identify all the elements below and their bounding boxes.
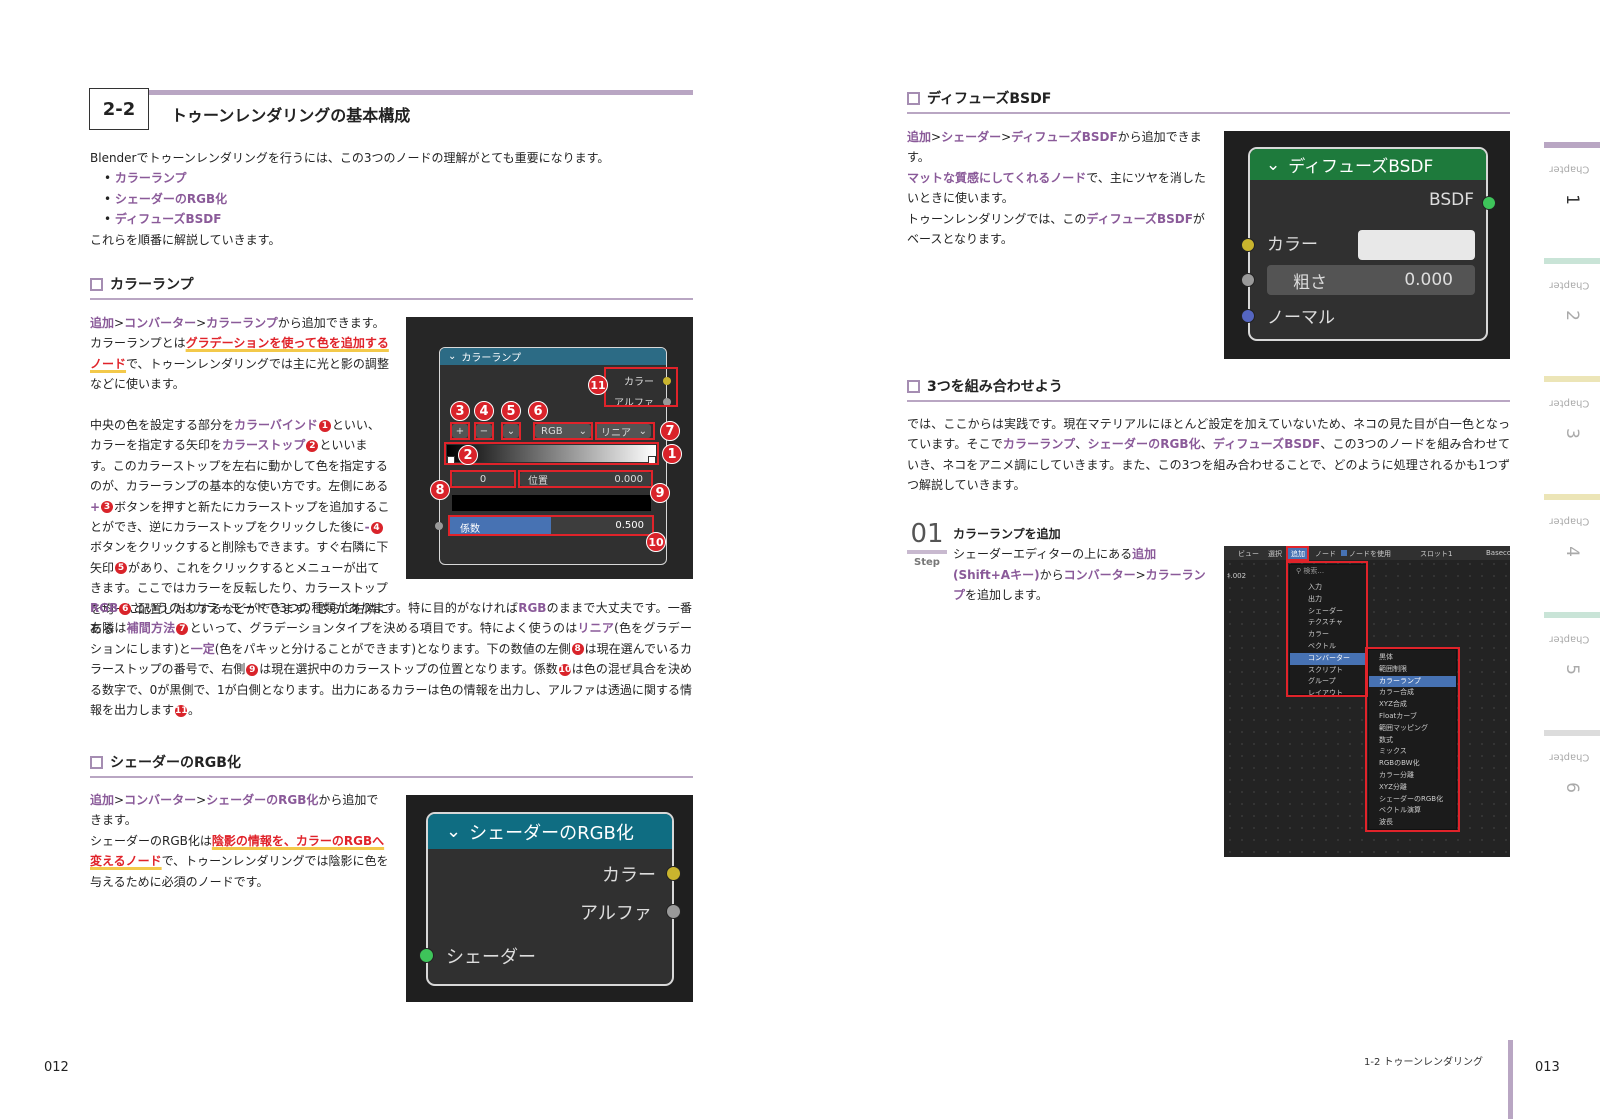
menu-node[interactable]: ノード (1315, 549, 1336, 559)
diffuse-text: 追加>シェーダー>ディフューズBSDFから追加できます。 マットな質感にしてくれ… (907, 130, 1206, 247)
intro-text: Blenderでトゥーンレンダリングを行うには、この3つのノードの理解がとても重… (90, 148, 690, 250)
output-color-label: カラー (602, 865, 656, 886)
step-number: 01 (907, 520, 947, 554)
chevron-down-icon[interactable]: ⌄ (1266, 155, 1280, 175)
use-nodes-checkbox[interactable]: ノードを使用 (1341, 549, 1391, 559)
footer-divider (1508, 1040, 1513, 1119)
square-icon (907, 379, 920, 393)
section-title: トゥーンレンダリングの基本構成 (171, 106, 411, 125)
material-name[interactable]: Baseco (1486, 549, 1510, 557)
section-number-box: 2-2 (89, 88, 149, 130)
section-header: 2-2 トゥーンレンダリングの基本構成 (89, 88, 693, 132)
diffuse-screenshot: ⌄ ディフューズBSDF BSDF カラー 粗さ 0.000 ノーマル (1224, 131, 1510, 359)
bullet-item: • カラーランプ (104, 171, 187, 186)
chapter-tabs: Chapter1 Chapter2 Chapter3 Chapter4 Chap… (1544, 138, 1600, 838)
highlight-add (450, 422, 470, 440)
highlight-add-menu (1286, 546, 1309, 561)
badge-7: 7 (660, 421, 680, 441)
bsdf-socket[interactable] (1482, 196, 1496, 210)
highlight-factor (448, 515, 654, 536)
output-alpha-label: アルファ (580, 903, 652, 924)
roughness-socket[interactable] (1241, 273, 1255, 287)
bullet-item: • ディフューズBSDF (104, 212, 222, 227)
node-header: ⌄ シェーダーのRGB化 (428, 814, 672, 849)
color-swatch[interactable] (1358, 230, 1475, 260)
shader-rgb-text: 追加>コンバーター>シェーダーのRGB化から追加できます。 シェーダーのRGB化… (90, 793, 389, 889)
square-icon (90, 755, 103, 769)
color-ramp-screenshot: ⌄ カラーランプ カラー アルファ + − ⌄ RGB ⌄ リニア ⌄ 0 位置 0.0… (406, 317, 693, 579)
highlight-menu (501, 422, 521, 440)
menu-select[interactable]: 選択 (1268, 549, 1282, 559)
chapter-tab-2[interactable]: Chapter2 (1544, 258, 1600, 322)
chevron-down-icon[interactable]: ⌄ (448, 351, 456, 362)
slot-select[interactable]: スロット1 (1420, 549, 1452, 559)
shader-rgb-screenshot: ⌄ シェーダーのRGB化 カラー アルファ シェーダー (406, 795, 693, 1002)
highlight-interp (595, 422, 655, 440)
input-shader-label: シェーダー (446, 947, 536, 968)
chapter-tab-6[interactable]: Chapter6 (1544, 730, 1600, 794)
editor-topbar: ビュー 選択 追加 ノード ノードを使用 スロット1 Baseco (1224, 546, 1510, 560)
chapter-tab-4[interactable]: Chapter4 (1544, 494, 1600, 558)
add-menu-screenshot: ビュー 選択 追加 ノード ノードを使用 スロット1 Baseco ｷ.002 … (1224, 546, 1510, 857)
stop-color-swatch[interactable] (452, 495, 651, 511)
chapter-tab-3[interactable]: Chapter3 (1544, 376, 1600, 440)
alpha-socket[interactable] (666, 904, 681, 919)
badge-1: 1 (662, 444, 682, 464)
color-socket[interactable] (666, 866, 681, 881)
chapter-tab-5[interactable]: Chapter5 (1544, 612, 1600, 676)
heading-combine: 3つを組み合わせよう (907, 376, 1510, 402)
badge-5: 5 (501, 401, 521, 421)
badge-6: 6 (528, 401, 548, 421)
chapter-tab-1[interactable]: Chapter1 (1544, 142, 1600, 206)
square-icon (907, 91, 920, 105)
color-label: カラー (1267, 235, 1318, 255)
page-number-left: 012 (44, 1060, 69, 1075)
badge-3: 3 (450, 401, 470, 421)
step-marker: 01 Step (907, 520, 947, 568)
section-header-bar (145, 90, 693, 95)
heading-shader-to-rgb: シェーダーのRGB化 (90, 752, 693, 778)
highlight-position (518, 470, 653, 488)
badge-9: 9 (650, 483, 670, 503)
badge-8: 8 (430, 480, 450, 500)
normal-label: ノーマル (1267, 308, 1335, 328)
color-input-socket[interactable] (1241, 238, 1255, 252)
node-header: ⌄ カラーランプ (440, 348, 666, 365)
square-icon (90, 277, 103, 291)
combine-text: では、ここからは実践です。現在マテリアルにほとんど設定を加えていないため、ネコの… (907, 417, 1510, 493)
badge-11: 11 (588, 375, 608, 395)
intro-line: Blenderでトゥーンレンダリングを行うには、この3つのノードの理解がとても重… (90, 151, 610, 165)
badge-2: 2 (458, 445, 478, 465)
bullet-item: • シェーダーのRGB化 (104, 191, 228, 206)
highlight-mode (533, 422, 593, 440)
highlight-submenu (1365, 647, 1460, 832)
factor-socket[interactable] (435, 522, 443, 530)
step-title: カラーランプを追加 (953, 527, 1061, 541)
step-label: Step (914, 557, 940, 568)
color-ramp-text-bottom: RGB 6 というのはカラーモードで3つの種類があります。特に目的がなければRGBの… (90, 601, 692, 718)
chevron-down-icon[interactable]: ⌄ (446, 821, 461, 842)
badge-10: 10 (646, 532, 666, 552)
color-ramp-text-top: 追加>コンバーター>カラーランプから追加できます。 カラーランプとはグラデーショ… (90, 316, 390, 637)
highlight-outputs (604, 367, 678, 407)
intro-end: これらを順番に解説していきます。 (90, 232, 281, 247)
heading-diffuse-bsdf: ディフューズBSDF (907, 88, 1510, 114)
highlight-remove (474, 422, 494, 440)
shader-socket[interactable] (419, 948, 434, 963)
heading-color-ramp: カラーランプ (90, 274, 693, 300)
footer-title: 1-2 トゥーンレンダリング (1364, 1057, 1484, 1068)
highlight-menu-path (1286, 561, 1368, 697)
roughness-field[interactable]: 粗さ 0.000 (1267, 265, 1475, 295)
highlight-index (450, 470, 516, 488)
normal-socket[interactable] (1241, 309, 1255, 323)
badge-4: 4 (474, 401, 494, 421)
step-text: カラーランプを追加 シェーダーエディターの上にある追加(Shift+Aキー)から… (953, 524, 1207, 606)
menu-view[interactable]: ビュー (1238, 549, 1259, 559)
node-header: ⌄ ディフューズBSDF (1250, 149, 1486, 180)
editor-left-label: ｷ.002 (1227, 572, 1247, 580)
output-bsdf-label: BSDF (1429, 190, 1475, 210)
page-number-right: 013 (1535, 1060, 1560, 1075)
